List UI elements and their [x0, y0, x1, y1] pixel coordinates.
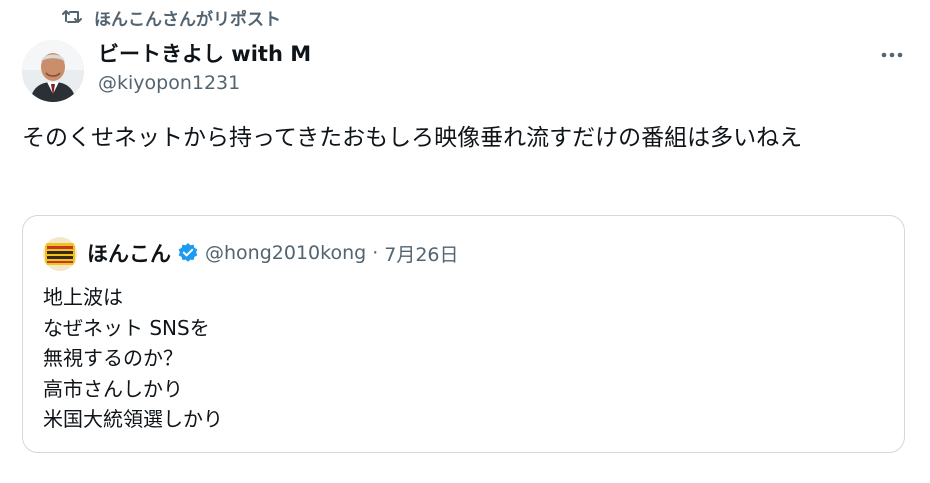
quote-line: 地上波は — [43, 285, 123, 309]
verified-badge-icon — [177, 242, 199, 264]
quote-date[interactable]: 7月26日 — [384, 240, 458, 267]
quoted-tweet[interactable]: ほんこん @hong2010kong · 7月26日 地上波は なぜネット SN… — [22, 215, 905, 453]
quote-line: 米国大統領選しかり — [43, 407, 223, 431]
quote-author-handle[interactable]: @hong2010kong — [205, 242, 366, 264]
quote-line: なぜネット SNSを — [43, 315, 210, 340]
tweet-text: そのくせネットから持ってきたおもしろ映像垂れ流すだけの番組は多いねえ — [22, 125, 803, 151]
repost-icon — [62, 8, 84, 26]
author-avatar[interactable] — [22, 40, 84, 102]
repost-indicator[interactable]: ほんこんさんがリポスト — [62, 4, 281, 30]
quote-author-name[interactable]: ほんこん — [87, 238, 171, 268]
author-name[interactable]: ビートきよし with M — [98, 38, 311, 68]
quote-line: 無視するのか？ — [43, 346, 183, 370]
author-handle[interactable]: @kiyopon1231 — [98, 72, 240, 94]
repost-label: ほんこんさんがリポスト — [94, 9, 281, 30]
more-icon — [881, 43, 903, 62]
separator-dot: · — [372, 242, 379, 264]
more-options-button[interactable] — [872, 40, 912, 64]
quote-text: 地上波は なぜネット SNSを 無視するのか？ 高市さんしかり 米国大統領選しか… — [43, 282, 223, 435]
quote-author-avatar[interactable] — [43, 237, 77, 271]
quote-line: 高市さんしかり — [43, 376, 183, 401]
